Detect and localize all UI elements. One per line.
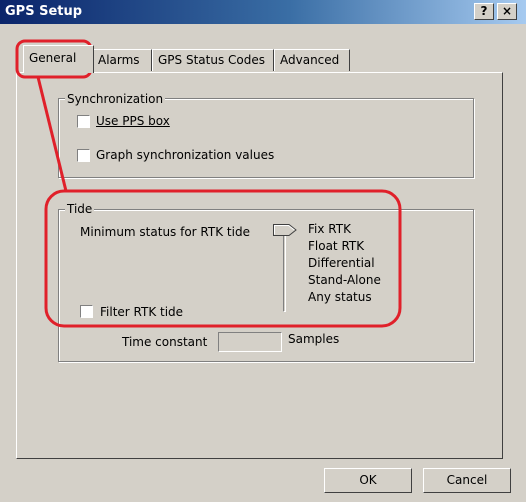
- tab-gps-status-codes[interactable]: GPS Status Codes: [152, 49, 274, 71]
- tide-group-title: Tide: [65, 202, 95, 216]
- title-bar[interactable]: GPS Setup ? ×: [0, 0, 526, 24]
- status-stand-alone: Stand-Alone: [308, 273, 381, 287]
- graph-synchronization-checkbox[interactable]: [77, 149, 90, 162]
- synchronization-group: [58, 98, 474, 178]
- status-float-rtk: Float RTK: [308, 239, 365, 253]
- tab-gps-status-codes-label: GPS Status Codes: [158, 53, 265, 67]
- filter-rtk-tide-checkbox[interactable]: [80, 305, 93, 318]
- window-title: GPS Setup: [5, 4, 83, 19]
- time-constant-label: Time constant: [122, 335, 208, 349]
- close-button[interactable]: ×: [497, 3, 517, 20]
- ok-button[interactable]: OK: [324, 468, 412, 493]
- status-fix-rtk: Fix RTK: [308, 222, 351, 236]
- rtk-status-slider-thumb[interactable]: [273, 224, 297, 236]
- status-differential: Differential: [308, 256, 375, 270]
- tab-advanced[interactable]: Advanced: [274, 49, 350, 71]
- filter-rtk-tide-label[interactable]: Filter RTK tide: [100, 305, 183, 319]
- help-button[interactable]: ?: [474, 3, 494, 20]
- cancel-button[interactable]: Cancel: [423, 468, 511, 493]
- status-any: Any status: [308, 290, 372, 304]
- tab-advanced-label: Advanced: [280, 53, 340, 67]
- synchronization-group-title: Synchronization: [65, 92, 166, 106]
- samples-label: Samples: [288, 332, 340, 346]
- use-pps-box-label[interactable]: Use PPS box: [96, 114, 170, 128]
- min-status-label: Minimum status for RTK tide: [80, 225, 250, 239]
- tab-general-label: General: [29, 51, 77, 65]
- tab-general[interactable]: General: [23, 45, 94, 73]
- tab-alarms-label: Alarms: [98, 53, 140, 67]
- graph-synchronization-label[interactable]: Graph synchronization values: [96, 148, 274, 162]
- tab-alarms[interactable]: Alarms: [92, 49, 152, 71]
- rtk-status-slider-track[interactable]: [283, 234, 286, 312]
- use-pps-box-checkbox[interactable]: [77, 115, 90, 128]
- gps-setup-dialog: GPS Setup ? × General Alarms GPS Status …: [0, 0, 526, 502]
- time-constant-input[interactable]: [218, 332, 282, 352]
